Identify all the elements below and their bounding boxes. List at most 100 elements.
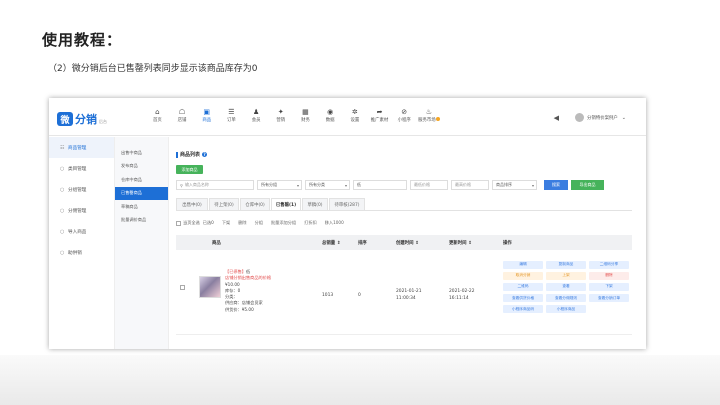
search-button[interactable]: 搜索 <box>544 180 568 190</box>
row-action-button[interactable]: 查看供货价格 <box>503 294 543 302</box>
bulk-action-2[interactable]: 分组 <box>255 220 263 226</box>
nav-item-label: 设置 <box>350 118 360 123</box>
max-price-input[interactable]: 最高价格 <box>451 180 489 190</box>
row-action-button[interactable]: 二维码分享 <box>589 261 629 269</box>
row-action-button[interactable]: 复制商品 <box>546 261 586 269</box>
product-thumbnail[interactable] <box>199 276 221 298</box>
category-select[interactable]: 所有分类 ▾ <box>305 180 350 190</box>
top-nav: ⌂ 首页 ☖ 店铺 ▣ 商品 ☰ 订单 ♟ 会员 ✦ 营销 ▦ 财务 ◉ 数据 ✲ 设置 ➦ 推广素材 ⊘ 小程序 ♨ 服务市… <box>145 108 441 123</box>
tab-4[interactable]: 草稿(0) <box>302 198 328 210</box>
row-action-button[interactable]: 上架 <box>546 272 586 280</box>
subnav-item-5[interactable]: 批量调价商品 <box>115 214 168 228</box>
bulk-action-5[interactable]: 移入1000 <box>325 220 344 226</box>
tab-5[interactable]: 待审核(287) <box>329 198 365 210</box>
row-action-button[interactable]: 取消分销 <box>503 272 543 280</box>
nav-item-4[interactable]: ♟ 会员 <box>244 108 269 123</box>
admin-screenshot: 微 分销 后台 ⌂ 首页 ☖ 店铺 ▣ 商品 ☰ 订单 ♟ 会员 ✦ 营销 ▦ 财务 ◉ 数据 ✲ 设置 ➦ 推广素材… <box>49 98 646 349</box>
row-action-button[interactable]: 查看 <box>546 283 586 291</box>
nav-item-2[interactable]: ▣ 商品 <box>194 108 219 123</box>
col-created[interactable]: 创建时间 ⇕ <box>396 240 419 246</box>
tab-2[interactable]: 仓库中(0) <box>240 198 270 210</box>
chevron-down-icon: ▾ <box>296 182 299 188</box>
settings-icon: ✲ <box>351 108 358 116</box>
nav-item-0[interactable]: ⌂ 首页 <box>145 108 170 123</box>
sidebar-icon: ☷ <box>60 144 65 151</box>
row-action-button[interactable]: 查看分销订单 <box>589 294 629 302</box>
tab-1[interactable]: 待上架(0) <box>209 198 239 210</box>
product-name[interactable]: 低 <box>246 269 250 274</box>
nav-item-label: 小程序 <box>397 118 411 123</box>
sidebar-icon: ○ <box>60 207 65 214</box>
bulk-action-0[interactable]: 下架 <box>222 220 230 226</box>
logo-text: 分销 <box>75 113 97 126</box>
nav-item-10[interactable]: ⊘ 小程序 <box>392 108 417 123</box>
created-time: 2021-01-21 11:00:34 <box>396 289 422 301</box>
subnav-item-0[interactable]: 出售中商品 <box>115 146 168 160</box>
nav-item-8[interactable]: ✲ 设置 <box>343 108 368 123</box>
col-updated[interactable]: 更新时间 ⇕ <box>449 240 472 246</box>
row-action-button[interactable]: 小程序商品 <box>546 305 586 313</box>
nav-item-label: 营销 <box>276 118 286 123</box>
sidebar-item-4[interactable]: ○ 导入商品 <box>49 221 114 242</box>
select-all-label[interactable]: 当页全选 <box>183 220 200 226</box>
search-input[interactable]: ⚲ 输入商品名称 <box>176 180 254 190</box>
row-action-button[interactable]: 二维码 <box>503 283 543 291</box>
keyword-input[interactable]: 低 <box>353 180 407 190</box>
row-action-button[interactable]: 查看分佣规则 <box>546 294 586 302</box>
nav-item-label: 首页 <box>152 118 162 123</box>
logo-subtitle: 后台 <box>99 119 107 124</box>
bulk-action-3[interactable]: 批量添加分组 <box>271 220 296 226</box>
user-name[interactable]: 分销特价案例户 <box>587 115 618 121</box>
sidebar-item-5[interactable]: ○ 助供销 <box>49 242 114 263</box>
tab-0[interactable]: 出售中(0) <box>176 198 208 210</box>
avatar[interactable] <box>575 113 585 122</box>
share-icon: ➦ <box>376 108 383 116</box>
nav-item-5[interactable]: ✦ 营销 <box>268 108 293 123</box>
slide-title: 使用教程： <box>42 31 123 49</box>
sidebar-item-1[interactable]: ○ 类目管理 <box>49 158 114 179</box>
min-price-input[interactable]: 最低价格 <box>410 180 448 190</box>
notification-badge <box>435 117 440 121</box>
help-icon[interactable]: ? <box>202 152 208 157</box>
subnav-item-1[interactable]: 发布商品 <box>115 160 168 174</box>
header-right: ◀ 分销特价案例户 ⌄ <box>554 113 626 122</box>
subnav-item-4[interactable]: 草稿商品 <box>115 200 168 214</box>
market-icon: ♨ <box>425 108 433 116</box>
row-actions: 编辑 复制商品 二维码分享取消分销 上架 删除二维码 查看 下架查看供货价格 查看分佣规则 查看… <box>503 261 629 313</box>
nav-item-6[interactable]: ▦ 财务 <box>293 108 318 123</box>
group-select[interactable]: 所有分组 ▾ <box>257 180 302 190</box>
nav-item-label: 店铺 <box>177 118 187 123</box>
row-action-button[interactable]: 编辑 <box>503 261 543 269</box>
sort-select[interactable]: 商品排序 ▾ <box>492 180 537 190</box>
notification-icon[interactable]: ◀ <box>554 114 559 122</box>
bulk-action-4[interactable]: 打折扣 <box>304 220 317 226</box>
app-logo[interactable]: 微 分销 后台 <box>57 111 107 127</box>
nav-item-9[interactable]: ➦ 推广素材 <box>367 108 392 123</box>
subnav-item-3[interactable]: 已售罄商品 <box>115 186 168 200</box>
bulk-action-1[interactable]: 删除 <box>238 220 246 226</box>
select-all-checkbox[interactable] <box>176 220 181 226</box>
chevron-down-icon: ▾ <box>531 182 534 188</box>
row-action-button[interactable]: 下架 <box>589 283 629 291</box>
nav-item-1[interactable]: ☖ 店铺 <box>170 108 195 123</box>
nav-item-3[interactable]: ☰ 订单 <box>219 108 244 123</box>
nav-item-7[interactable]: ◉ 数据 <box>318 108 343 123</box>
col-actions: 操作 <box>503 240 512 246</box>
subnav-item-2[interactable]: 仓库中商品 <box>115 173 168 187</box>
sidebar-item-3[interactable]: ○ 分佣管理 <box>49 200 114 221</box>
row-action-button[interactable]: 小程序商品码 <box>503 305 543 313</box>
sidebar-item-2[interactable]: ○ 分组管理 <box>49 179 114 200</box>
export-button[interactable]: 导出商品 <box>571 180 604 190</box>
sidebar-item-label: 助供销 <box>68 250 82 256</box>
row-checkbox[interactable] <box>180 285 185 290</box>
chevron-down-icon[interactable]: ⌄ <box>622 115 626 121</box>
col-sales[interactable]: 总销量 ⇕ <box>322 240 340 246</box>
nav-item-label: 推广素材 <box>370 118 389 123</box>
nav-item-11[interactable]: ♨ 服务市场 <box>417 108 442 123</box>
add-product-button[interactable]: 添加商品 <box>176 165 203 174</box>
finance-icon: ▦ <box>302 108 309 116</box>
sidebar-item-label: 类目管理 <box>68 166 87 172</box>
row-action-button[interactable]: 删除 <box>589 272 629 280</box>
sidebar-item-0[interactable]: ☷ 商品管理 <box>49 137 114 158</box>
tab-3[interactable]: 已售罄(1) <box>271 198 301 210</box>
